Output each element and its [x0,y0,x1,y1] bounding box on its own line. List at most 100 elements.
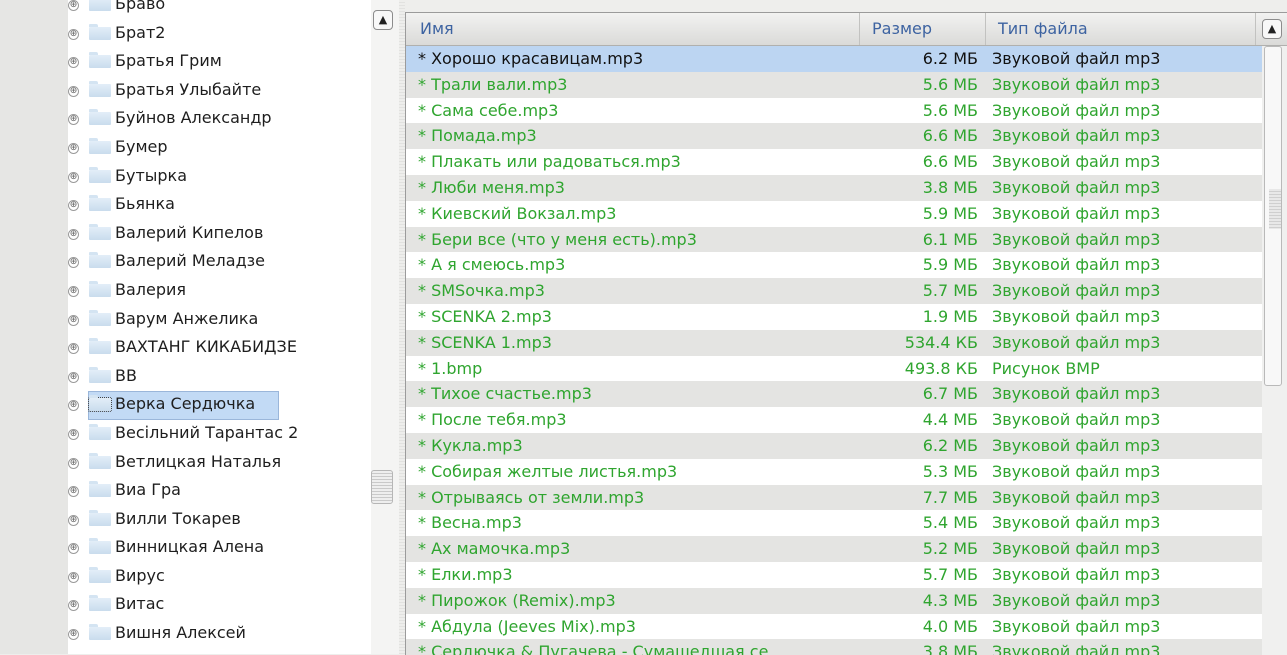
tree-item[interactable]: ⊕ Варум Анжелика [68,305,371,334]
tree-item[interactable]: ⊕ Весільний Тарантас 2 [68,419,371,448]
expand-icon[interactable]: ⊕ [68,28,79,40]
expand-icon[interactable]: ⊕ [68,285,79,297]
expand-icon[interactable]: ⊕ [68,257,79,269]
file-row[interactable]: * SCENKA 1.mp3 534.4 КБ Звуковой файл mp3 [406,329,1262,356]
file-row[interactable]: * Плакать или радоваться.mp3 6.6 МБ Звуков… [406,149,1262,175]
file-type: Звуковой файл mp3 [992,332,1161,352]
file-size: 7.7 МБ [922,487,978,507]
tree-item[interactable]: ⊕ Виа Гра [68,476,371,505]
expand-icon[interactable]: ⊕ [68,514,79,526]
tree-item[interactable]: ⊕ Валерия [68,276,371,305]
column-header-type[interactable]: Тип файла [986,13,1256,45]
folder-icon [89,423,111,440]
tree-item[interactable]: ⊕ Братья Грим [68,47,371,76]
folder-icon [89,452,111,469]
tree-item[interactable]: ⊕ Бумер [68,133,371,162]
file-row[interactable]: * Сама себе.mp3 5.6 МБ Звуковой файл mp3 [406,98,1262,124]
file-row[interactable]: * Елки.mp3 5.7 МБ Звуковой файл mp3 [406,562,1262,588]
file-name: * Кукла.mp3 [418,435,523,455]
column-header-name[interactable]: Имя [406,13,860,45]
tree-item[interactable]: ⊕ Вишня Алексей [68,619,371,648]
folder-icon [89,566,111,583]
expand-icon[interactable]: ⊕ [68,629,79,641]
expand-icon[interactable]: ⊕ [68,428,79,440]
file-list-scroll-thumb[interactable] [1264,46,1282,386]
file-type: Звуковой файл mp3 [992,49,1161,68]
file-row[interactable]: * 1.bmp 493.8 КБ Рисунок BMP [406,356,1262,382]
file-list-scroll-up-button[interactable]: ▲ [1262,19,1282,39]
file-row[interactable]: * Собирая желтые листья.mp3 5.3 МБ Звуково… [406,459,1262,485]
tree-item[interactable]: ⊕ ВАХТАНГ КИКАБИДЗЕ [68,333,371,362]
folder-icon [89,195,111,212]
expand-icon[interactable]: ⊕ [68,457,79,469]
file-row[interactable]: * Ах мамочка.mp3 5.2 МБ Звуковой файл mp3 [406,536,1262,562]
file-size: 4.3 МБ [922,590,978,610]
expand-icon[interactable]: ⊕ [68,228,79,240]
expand-icon[interactable]: ⊕ [68,142,79,154]
file-row[interactable]: * Помада.mp3 6.6 МБ Звуковой файл mp3 [406,123,1262,150]
file-row[interactable]: * SCENKA 2.mp3 1.9 МБ Звуковой файл mp3 [406,304,1262,330]
tree-item[interactable]: ⊕ Вирус [68,562,371,591]
file-row[interactable]: * Хорошо красавицам.mp3 6.2 МБ Звуковой фа… [406,46,1262,72]
file-name: * 1.bmp [418,358,483,378]
file-row[interactable]: * SMSочка.mp3 5.7 МБ Звуковой файл mp3 [406,278,1262,304]
column-header-size[interactable]: Размер [860,13,986,45]
expand-icon[interactable]: ⊕ [68,314,79,326]
file-name: * Тихое счастье.mp3 [418,384,592,404]
tree-item-label: Виа Гра [115,480,181,500]
tree-item[interactable]: ⊕ Валерий Кипелов [68,219,371,248]
folder-icon [89,166,111,183]
file-row[interactable]: * Отрываясь от земли.mp3 7.7 МБ Звуковой ф… [406,484,1262,511]
tree-item[interactable]: ⊕ Ветлицкая Наталья [68,448,371,477]
expand-icon[interactable]: ⊕ [68,343,79,355]
expand-icon[interactable]: ⊕ [68,114,79,126]
expand-icon[interactable]: ⊕ [68,200,79,212]
expand-icon[interactable]: ⊕ [68,571,79,583]
expand-icon[interactable]: ⊕ [68,400,79,412]
file-row[interactable]: * Киевский Вокзал.mp3 5.9 МБ Звуковой файл… [406,201,1262,227]
tree-item-label: ВАХТАНГ КИКАБИДЗЕ [115,337,297,357]
tree-item[interactable]: ⊕ Бутырка [68,162,371,191]
file-row[interactable]: * Сердючка & Пугачева - Сумашедшая се 3.8… [406,639,1262,655]
tree-item[interactable]: ⊕ Валерий Меладзе [68,247,371,276]
tree-item[interactable]: ⊕ Буйнов Александр [68,104,371,133]
file-list-scrollbar[interactable] [1262,46,1287,655]
file-name: * А я смеюсь.mp3 [418,255,566,275]
expand-icon[interactable]: ⊕ [68,543,79,555]
folder-icon [89,595,111,612]
file-size: 5.2 МБ [922,539,978,559]
tree-item[interactable]: ⊕ Верка Сердючка [68,390,371,421]
tree-item[interactable]: ⊕ Витас [68,590,371,619]
file-row[interactable]: * Пирожок (Remix).mp3 4.3 МБ Звуковой файл… [406,587,1262,614]
expand-icon[interactable]: ⊕ [68,85,79,97]
tree-item[interactable]: ⊕ Брат2 [68,19,371,48]
tree-item-label: Весільний Тарантас 2 [115,422,299,442]
expand-icon[interactable]: ⊕ [68,600,79,612]
file-row[interactable]: * А я смеюсь.mp3 5.9 МБ Звуковой файл mp3 [406,252,1262,278]
file-type: Звуковой файл mp3 [992,513,1161,533]
expand-icon[interactable]: ⊕ [68,371,79,383]
tree-scroll-thumb[interactable] [371,470,393,504]
file-row[interactable]: * Кукла.mp3 6.2 МБ Звуковой файл mp3 [406,432,1262,459]
tree-scrollbar[interactable]: ▲ [371,0,399,654]
tree-item[interactable]: ⊕ Братья Улыбайте [68,76,371,105]
expand-icon[interactable]: ⊕ [68,486,79,498]
expand-icon[interactable]: ⊕ [68,171,79,183]
file-row[interactable]: * Бери все (что у меня есть).mp3 6.1 МБ Зв… [406,226,1262,253]
expand-icon[interactable]: ⊕ [68,0,79,11]
expand-icon[interactable]: ⊕ [68,57,79,69]
file-type: Звуковой файл mp3 [992,487,1161,507]
file-row[interactable]: * Абдула (Jeeves Mix).mp3 4.0 МБ Звуковой … [406,614,1262,640]
tree-item[interactable]: ⊕ ВВ [68,362,371,391]
file-row[interactable]: * Весна.mp3 5.4 МБ Звуковой файл mp3 [406,510,1262,536]
file-row[interactable]: * Тихое счастье.mp3 6.7 МБ Звуковой файл m… [406,381,1262,408]
tree-item-label: Вирус [115,565,165,585]
tree-item[interactable]: ⊕ Бьянка [68,190,371,219]
file-row[interactable]: * После тебя.mp3 4.4 МБ Звуковой файл mp3 [406,407,1262,433]
tree-item[interactable]: ⊕ Браво [68,0,371,19]
file-row[interactable]: * Люби меня.mp3 3.8 МБ Звуковой файл mp3 [406,174,1262,201]
tree-scroll-up-button[interactable]: ▲ [373,10,393,30]
tree-item[interactable]: ⊕ Винницкая Алена [68,533,371,562]
file-row[interactable]: * Трали вали.mp3 5.6 МБ Звуковой файл mp3 [406,71,1262,98]
tree-item[interactable]: ⊕ Вилли Токарев [68,505,371,534]
